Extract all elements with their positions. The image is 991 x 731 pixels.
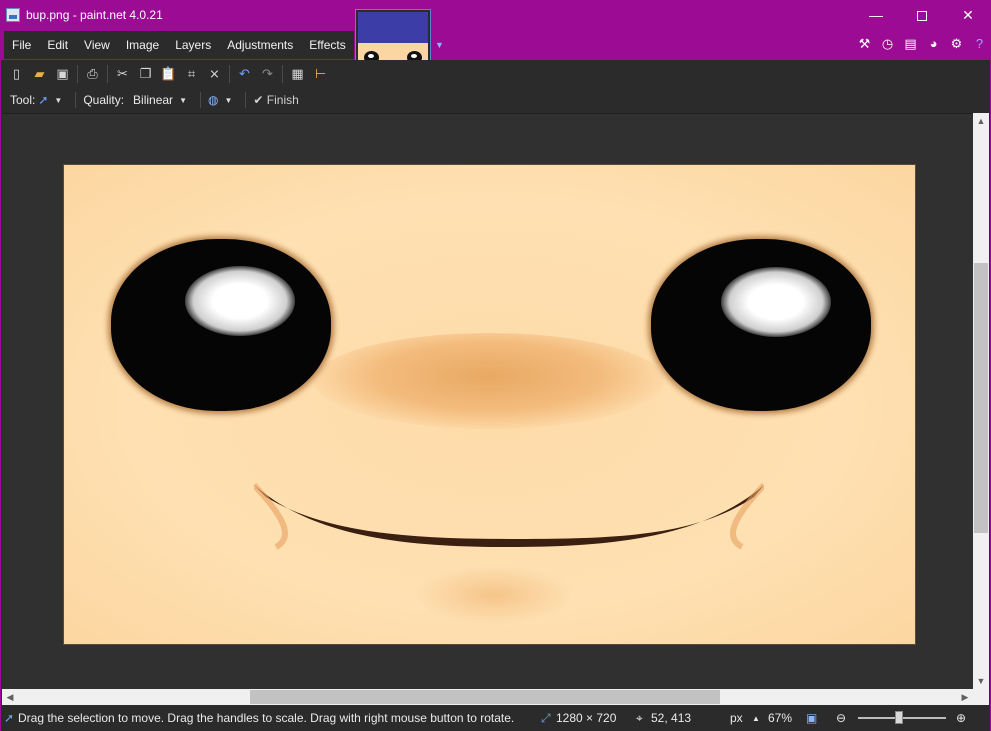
menu-effects[interactable]: Effects xyxy=(301,31,353,59)
tools-icon[interactable]: ⚒ xyxy=(853,34,876,54)
layers-icon[interactable]: ▤ xyxy=(899,34,922,54)
scroll-left-icon[interactable]: ◀ xyxy=(2,689,18,705)
cursor-position: 52, 413 xyxy=(651,711,692,725)
new-icon[interactable]: ▯ xyxy=(5,62,28,85)
undo-icon[interactable]: ↶ xyxy=(233,62,256,85)
image-canvas[interactable] xyxy=(63,164,916,645)
menu-view[interactable]: View xyxy=(76,31,118,59)
paintnet-app-icon[interactable] xyxy=(6,8,20,22)
right-eye-glint xyxy=(721,267,831,337)
quality-dropdown-icon[interactable]: ▼ xyxy=(179,96,187,105)
window-tool-icons: ⚒ ◷ ▤ ◕ ⚙ ? xyxy=(853,34,991,54)
zoom-value[interactable]: 67% xyxy=(768,711,792,725)
finish-button[interactable]: ✔ Finish xyxy=(253,93,298,107)
toolbar-separator xyxy=(107,64,108,83)
maximize-button[interactable] xyxy=(899,0,945,30)
zoom-in-icon[interactable]: ⊕ xyxy=(956,711,966,725)
tool-label: Tool: xyxy=(10,93,36,107)
menu-file[interactable]: File xyxy=(4,31,39,59)
maximize-icon xyxy=(917,11,927,22)
toolbar-separator xyxy=(229,64,230,83)
cursor-position-icon: ⌖ xyxy=(636,711,643,725)
scrollbar-corner xyxy=(973,689,989,705)
scroll-down-icon[interactable]: ▼ xyxy=(973,673,989,689)
window-frame-left xyxy=(0,30,1,731)
canvas-workspace[interactable] xyxy=(2,113,973,689)
quality-label: Quality: xyxy=(83,93,125,107)
options-separator xyxy=(75,92,77,108)
print-icon[interactable]: ⎙ xyxy=(81,62,104,85)
tool-dropdown-icon[interactable]: ▼ xyxy=(54,96,62,105)
scroll-up-icon[interactable]: ▲ xyxy=(973,113,989,129)
face-left-eye xyxy=(111,239,331,411)
vertical-scrollbar[interactable]: ▲ ▼ xyxy=(973,113,989,689)
blend-mode-icon[interactable]: ◍ xyxy=(208,93,218,107)
status-bar: ➚ Drag the selection to move. Drag the h… xyxy=(0,705,991,731)
cut-icon[interactable]: ✂ xyxy=(111,62,134,85)
image-list-dropdown-icon[interactable]: ▼ xyxy=(435,40,444,50)
image-size-icon: ⤢ xyxy=(541,711,551,725)
move-tool-status-icon: ➚ xyxy=(4,711,15,725)
zoom-slider-handle[interactable] xyxy=(895,711,903,724)
ruler-icon[interactable]: ⊢ xyxy=(309,62,332,85)
toolbar-separator xyxy=(282,64,283,83)
grid-icon[interactable]: ▦ xyxy=(286,62,309,85)
units-dropdown-icon[interactable]: ▲ xyxy=(752,714,760,723)
close-button[interactable]: ✕ xyxy=(945,0,991,30)
quality-select[interactable]: Bilinear xyxy=(133,93,173,107)
menu-bar: File Edit View Image Layers Adjustments … xyxy=(4,31,354,59)
options-separator xyxy=(199,92,201,108)
minimize-button[interactable]: — xyxy=(853,0,899,30)
toolbar-separator xyxy=(77,64,78,83)
settings-icon[interactable]: ⚙ xyxy=(945,34,968,54)
open-icon[interactable]: ▰ xyxy=(28,62,51,85)
paste-icon[interactable]: 📋 xyxy=(157,62,180,85)
scroll-right-icon[interactable]: ▶ xyxy=(957,689,973,705)
title-bar: bup.png - paint.net 4.0.21 — ✕ xyxy=(0,0,991,30)
units-select[interactable]: px xyxy=(730,711,743,725)
status-hint: Drag the selection to move. Drag the han… xyxy=(18,711,515,725)
zoom-to-window-icon[interactable]: ▣ xyxy=(806,711,817,725)
main-toolbar: ▯ ▰ ▣ ⎙ ✂ ❐ 📋 ⌗ ⨯ ↶ ↷ ▦ ⊢ xyxy=(0,60,991,87)
face-mouth xyxy=(254,482,764,550)
deselect-icon[interactable]: ⨯ xyxy=(203,62,226,85)
left-eye-glint xyxy=(185,266,295,336)
menu-adjustments[interactable]: Adjustments xyxy=(219,31,301,59)
face-nose xyxy=(314,333,664,429)
zoom-out-icon[interactable]: ⊖ xyxy=(836,711,846,725)
menu-image[interactable]: Image xyxy=(118,31,167,59)
tool-options-bar: Tool: ➚ ▼ Quality: Bilinear ▼ ◍ ▼ ✔ Fini… xyxy=(0,87,991,113)
crop-icon[interactable]: ⌗ xyxy=(180,62,203,85)
redo-icon[interactable]: ↷ xyxy=(256,62,279,85)
colors-icon[interactable]: ◕ xyxy=(922,34,945,54)
finish-label: Finish xyxy=(266,93,299,107)
vertical-scroll-thumb[interactable] xyxy=(974,263,988,533)
help-icon[interactable]: ? xyxy=(968,34,991,54)
menu-layers[interactable]: Layers xyxy=(167,31,219,59)
horizontal-scrollbar[interactable]: ◀ ▶ xyxy=(2,689,973,705)
move-selection-tool-icon[interactable]: ➚ xyxy=(38,93,48,107)
face-right-eye xyxy=(651,239,871,411)
blend-mode-dropdown-icon[interactable]: ▼ xyxy=(224,96,232,105)
history-icon[interactable]: ◷ xyxy=(876,34,899,54)
window-title: bup.png - paint.net 4.0.21 xyxy=(26,8,163,22)
menu-edit[interactable]: Edit xyxy=(39,31,76,59)
face-chin xyxy=(414,565,574,625)
options-separator xyxy=(245,92,247,108)
image-size: 1280 × 720 xyxy=(556,711,617,725)
copy-icon[interactable]: ❐ xyxy=(134,62,157,85)
save-icon[interactable]: ▣ xyxy=(51,62,74,85)
horizontal-scroll-thumb[interactable] xyxy=(250,690,720,704)
